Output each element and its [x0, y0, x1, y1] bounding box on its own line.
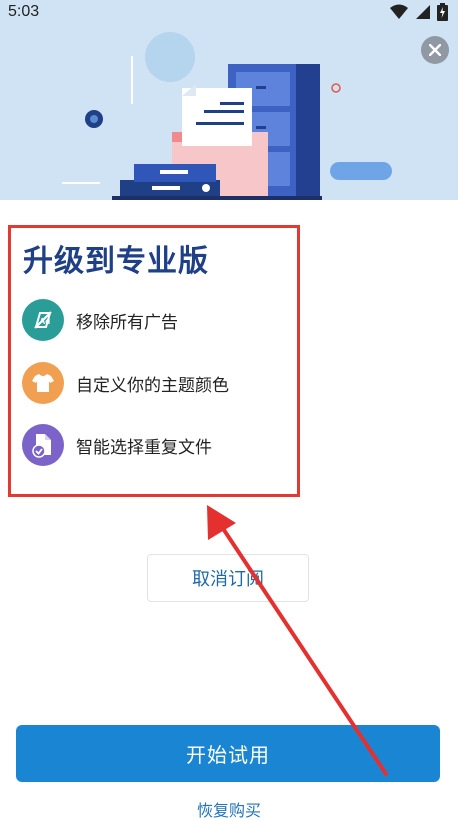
annotation-arrow-head: [207, 505, 236, 540]
hero-illustration-area: [0, 0, 458, 200]
close-button[interactable]: [421, 36, 449, 64]
wifi-icon: [390, 4, 408, 19]
upgrade-title: 升级到专业版: [23, 245, 209, 278]
pro-features-card: 升级到专业版 Ad 移除所有广告 自定义你的主题颜色 智能选择重复文件: [8, 225, 300, 497]
feature-item-remove-ads: Ad 移除所有广告: [22, 299, 178, 341]
feature-label-remove-ads: 移除所有广告: [76, 312, 178, 332]
feature-label-theme-color: 自定义你的主题颜色: [76, 375, 229, 395]
feature-item-smart-select: 智能选择重复文件: [22, 424, 212, 466]
feature-label-smart-select: 智能选择重复文件: [76, 437, 212, 457]
restore-purchase-link[interactable]: 恢复购买: [0, 797, 458, 820]
status-icons: [389, 3, 448, 21]
cellular-signal-icon: [416, 5, 430, 19]
battery-charging-icon: [437, 3, 448, 21]
close-icon: [429, 44, 441, 56]
tshirt-icon: [22, 362, 64, 404]
cancel-subscription-button[interactable]: 取消订阅: [147, 554, 309, 602]
status-bar: 5:03: [0, 0, 458, 24]
hero-illustration: [0, 0, 458, 200]
no-ads-icon: Ad: [22, 299, 64, 341]
start-trial-button[interactable]: 开始试用: [16, 725, 440, 782]
file-check-icon: [22, 424, 64, 466]
feature-item-theme-color: 自定义你的主题颜色: [22, 362, 229, 404]
status-time: 5:03: [8, 3, 40, 20]
